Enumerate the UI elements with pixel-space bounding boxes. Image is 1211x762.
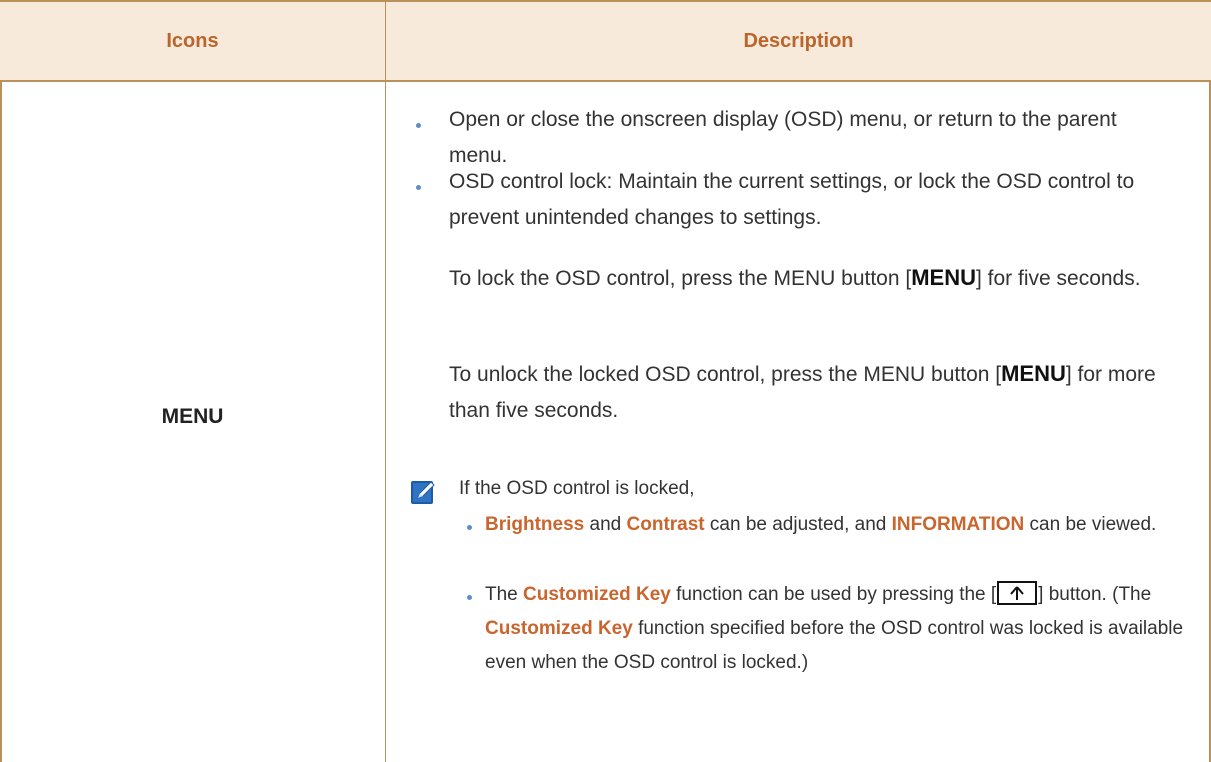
note-intro: If the OSD control is locked, (459, 478, 695, 499)
note-text: The (485, 584, 524, 605)
unlock-text-pre: To unlock the locked OSD control, press … (449, 363, 1002, 386)
brightness-label: Brightness (485, 514, 585, 535)
customized-key-label: Customized Key (523, 584, 671, 605)
note-text: can be adjusted, and (704, 514, 892, 535)
header-description: Description (743, 30, 854, 52)
bullet-dot (467, 595, 472, 600)
lock-text-post: ] for five seconds. (975, 267, 1141, 290)
note-text: function can be used by pressing the [ (670, 584, 997, 605)
menu-key: MENU (911, 265, 976, 290)
note-pencil-icon (410, 478, 438, 506)
lock-instructions: To lock the OSD control, press the MENU … (449, 260, 1189, 297)
customized-key-label: Customized Key (485, 618, 633, 639)
menu-key: MENU (1001, 361, 1066, 386)
lock-text-pre: To lock the OSD control, press the MENU … (449, 267, 912, 290)
note-text: can be viewed. (1024, 514, 1157, 535)
table-header: Icons Description (0, 0, 1211, 82)
up-arrow-key-icon (997, 580, 1038, 605)
information-label: INFORMATION (891, 514, 1025, 535)
contrast-label: Contrast (626, 514, 705, 535)
column-divider (385, 0, 386, 762)
header-icons: Icons (166, 30, 219, 52)
note-item-customized-key: The Customized Key function can be used … (485, 578, 1190, 680)
note-text: ] button. (The (1038, 584, 1152, 605)
bullet-dot (467, 525, 472, 530)
description-bullet-osd-lock: OSD control lock: Maintain the current s… (449, 170, 1135, 229)
unlock-instructions: To unlock the locked OSD control, press … (449, 356, 1189, 429)
note-item-brightness-contrast: Brightness and Contrast can be adjusted,… (485, 508, 1190, 542)
bullet-dot (416, 185, 421, 190)
note-text: and (584, 514, 627, 535)
bullet-dot (416, 123, 421, 128)
menu-button-label: MENU (161, 405, 224, 428)
